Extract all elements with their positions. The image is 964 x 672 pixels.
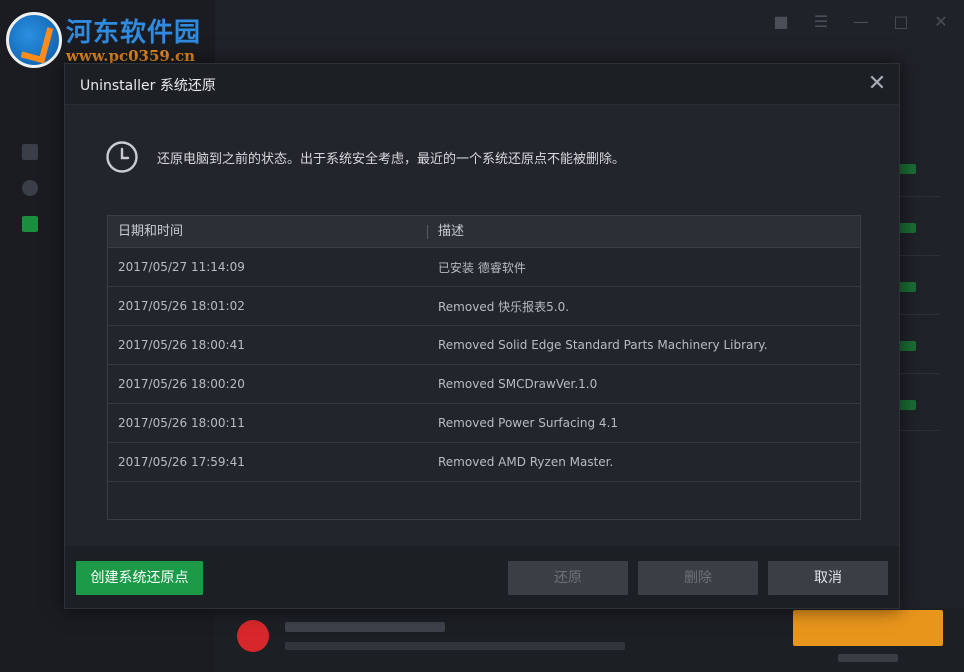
divider [900,314,940,315]
maximize-icon[interactable]: □ [892,12,910,31]
row-description: Removed Power Surfacing 4.1 [438,416,619,430]
row-date: 2017/05/26 18:00:11 [118,416,245,430]
status-mark [898,164,916,174]
row-date: 2017/05/26 17:59:41 [118,455,245,469]
table-row[interactable]: 2017/05/26 18:00:41 Removed Solid Edge S… [108,326,860,365]
table-row[interactable]: 2017/05/26 17:59:41 Removed AMD Ryzen Ma… [108,443,860,482]
cancel-button[interactable]: 取消 [768,561,888,595]
status-mark [898,400,916,410]
row-description: Removed Solid Edge Standard Parts Machin… [438,338,768,352]
row-description: Removed 快乐报表5.0. [438,299,570,314]
header-description[interactable]: 描述 [428,216,464,248]
nav-globe-icon[interactable] [22,180,38,196]
promo-title-blur [285,622,445,632]
create-restore-point-button[interactable]: 创建系统还原点 [76,561,203,595]
divider [900,255,940,256]
table-row[interactable]: 2017/05/27 11:14:09 已安装 德睿软件 [108,248,860,287]
row-description: Removed AMD Ryzen Master. [438,455,614,469]
menu-icon[interactable]: ☰ [812,12,830,31]
nav-flag-icon[interactable] [22,216,38,232]
divider [900,373,940,374]
divider [900,430,940,431]
status-mark [898,223,916,233]
table-row[interactable]: 2017/05/26 18:00:20 Removed SMCDrawVer.1… [108,365,860,404]
row-date: 2017/05/26 18:01:02 [118,299,245,313]
info-text: 还原电脑到之前的状态。出于系统安全考虑，最近的一个系统还原点不能被删除。 [157,151,626,167]
row-date: 2017/05/27 11:14:09 [118,260,245,274]
driver-booster-icon [237,620,269,652]
window-close-icon[interactable]: ✕ [932,12,950,31]
promo-subtitle-blur [285,642,625,650]
table-row[interactable]: 2017/05/26 18:01:02 Removed 快乐报表5.0. [108,287,860,326]
dialog-title: Uninstaller 系统还原 [80,78,216,94]
row-date: 2017/05/26 18:00:20 [118,377,245,391]
status-mark [898,341,916,351]
restore-points-table: 日期和时间 描述 2017/05/27 11:14:09 已安装 德睿软件 20… [107,215,861,520]
dialog-footer: 创建系统还原点 还原 删除 取消 [65,546,899,608]
info-row: 还原电脑到之前的状态。出于系统安全考虑，最近的一个系统还原点不能被删除。 [105,140,625,174]
status-mark [898,282,916,292]
nav-grid-icon[interactable] [22,144,38,160]
table-header: 日期和时间 描述 [108,216,860,248]
row-description: 已安装 德睿软件 [438,260,526,275]
shirt-icon[interactable]: ■ [772,12,790,31]
close-icon[interactable]: ✕ [865,72,889,96]
restore-button[interactable]: 还原 [508,561,628,595]
activate-button[interactable] [793,610,943,646]
dialog-titlebar: Uninstaller 系统还原 ✕ [65,64,899,105]
site-name-watermark: 河东软件园 [66,18,202,48]
window-controls: ■ ☰ — □ ✕ [772,12,950,31]
site-logo-icon [6,12,62,68]
system-restore-dialog: Uninstaller 系统还原 ✕ 还原电脑到之前的状态。出于系统安全考虑，最… [64,63,900,609]
row-date: 2017/05/26 18:00:41 [118,338,245,352]
minimize-icon[interactable]: — [852,12,870,31]
divider [900,196,940,197]
row-description: Removed SMCDrawVer.1.0 [438,377,598,391]
table-row[interactable]: 2017/05/26 18:00:11 Removed Power Surfac… [108,404,860,443]
delete-button[interactable]: 删除 [638,561,758,595]
clock-icon [106,141,138,173]
header-datetime[interactable]: 日期和时间 [108,216,428,248]
activate-sublink[interactable] [838,654,898,662]
